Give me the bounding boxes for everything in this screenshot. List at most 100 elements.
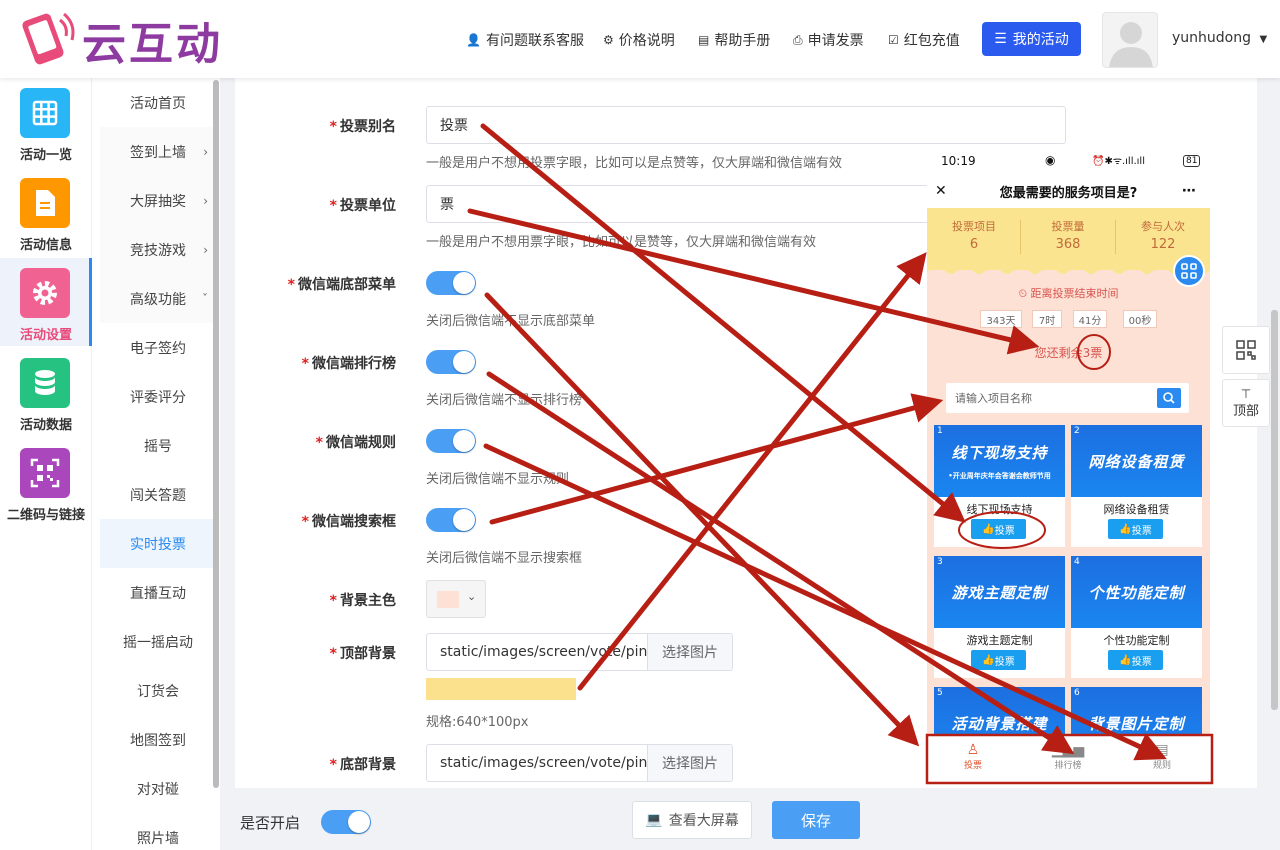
document-icon [20,178,70,228]
submenu-label: 大屏抽奖 [130,193,186,210]
card-name: 网络设备租赁 [1103,503,1170,516]
submenu-item-match[interactable]: 对对碰 [100,764,216,813]
phone-search-button[interactable] [1157,388,1181,408]
submenu-scrollbar[interactable] [213,80,219,788]
help-manual-link[interactable]: ▤ 帮助手册 [698,30,770,50]
more-icon[interactable]: ⋯ [1182,183,1196,199]
submenu-label: 电子签约 [130,340,186,357]
submenu-item-map-signin[interactable]: 地图签到 [100,715,216,764]
vote-alias-input[interactable]: 投票 [426,106,1066,144]
submenu-label: 摇号 [144,438,172,455]
search-icon [1163,392,1175,404]
sidebar-label: 活动信息 [19,238,72,253]
enable-toggle[interactable] [321,810,371,834]
phone-title-bar: ✕ 您最需要的服务项目是? ⋯ [927,174,1210,208]
countdown-title: ⏲ 距离投票结束时间 [927,285,1210,301]
label-text: 微信端规则 [326,435,396,451]
rules-toggle[interactable] [426,429,476,453]
submenu-item-signin-wall[interactable]: 签到上墙 › [100,127,216,176]
page-scrollbar[interactable] [1271,310,1278,710]
submenu-item-e-sign[interactable]: 电子签约 [100,323,216,372]
top-bg-spec: 规格:640*100px [426,715,529,730]
required-mark: * [329,119,337,135]
card-banner: 线下现场支持 •开业周年庆年会答谢会教师节用 [934,425,1065,497]
save-button[interactable]: 保存 [772,801,860,839]
menu-grid-button[interactable] [1173,255,1205,287]
submenu-item-realtime-vote[interactable]: 实时投票 [100,519,216,568]
sidebar-label: 活动数据 [19,418,72,433]
submenu-item-live[interactable]: 直播互动 [100,568,216,617]
book-icon: ▤ [698,33,710,47]
ranking-toggle[interactable] [426,350,476,374]
tab-label: 投票 [963,761,982,771]
username-dropdown[interactable]: yunhudong ▼ [1172,30,1267,46]
qrcode-float-button[interactable] [1222,326,1270,374]
tab-ranking[interactable]: ▁▃▅ 排行榜 [1038,742,1098,771]
red-packet-recharge-link[interactable]: ☑ 红包充值 [888,30,960,50]
phone-status-bar: 10:19 ◉ ⏰✱ᯤ.ıll.ıll 81 [927,148,1210,174]
bottom-bg-label: * 底部背景 [226,754,396,774]
back-to-top-button[interactable]: ⊤ 顶部 [1222,379,1270,427]
sidebar-item-activity-overview[interactable]: 活动一览 [0,78,92,166]
invoice-link[interactable]: ⎙ 申请发票 [793,30,864,50]
tab-vote[interactable]: ♙ 投票 [943,742,1003,771]
submenu-label: 实时投票 [130,536,186,553]
required-mark: * [329,198,337,214]
bottom-action-bar: 是否开启 💻 查看大屏幕 保存 [220,788,1280,850]
my-activity-button[interactable]: ☰ 我的活动 [982,22,1081,56]
submenu-item-quiz[interactable]: 闯关答题 [100,470,216,519]
submenu-item-shake-start[interactable]: 摇一摇启动 [100,617,216,666]
top-bg-path-input[interactable]: static/images/screen/vote/pink/ [427,634,647,670]
submenu-item-lottery[interactable]: 大屏抽奖 › [100,176,216,225]
sidebar-item-activity-info[interactable]: 活动信息 [0,168,92,256]
avatar[interactable] [1102,12,1158,68]
vote-button[interactable]: 👍 投票 [971,650,1026,670]
submenu-item-advanced[interactable]: 高级功能 ˇ [100,274,216,323]
label-text: 微信端搜索框 [312,514,396,530]
phone-tab-bar: ♙ 投票 ▁▃▅ 排行榜 ▤ 规则 [927,736,1210,784]
submenu-item-order-fair[interactable]: 订货会 [100,666,216,715]
view-big-screen-button[interactable]: 💻 查看大屏幕 [632,801,752,839]
pricing-link[interactable]: ⚙ 价格说明 [603,30,675,50]
vote-button[interactable]: 👍 投票 [971,519,1026,539]
rules-label: * 微信端规则 [226,432,396,452]
submenu-item-judge-score[interactable]: 评委评分 [100,372,216,421]
app-header: 云互动 👤 有问题联系客服 ⚙ 价格说明 ▤ 帮助手册 ⎙ 申请发票 ☑ 红包充… [0,0,1280,78]
sidebar-item-activity-settings[interactable]: 活动设置 [0,258,92,346]
submenu-label: 竞技游戏 [130,242,186,259]
submenu-item-number-draw[interactable]: 摇号 [100,421,216,470]
bg-color-picker[interactable]: ⌄ [426,580,486,618]
sidebar-item-activity-data[interactable]: 活动数据 [0,348,92,436]
search-box-toggle[interactable] [426,508,476,532]
top-bg-choose-button[interactable]: 选择图片 [647,634,732,670]
bottom-bg-path-input[interactable]: static/images/screen/vote/pink/ [427,745,647,781]
label-text: 投票别名 [340,119,396,135]
phone-search-input[interactable]: 请输入项目名称 [946,383,1189,413]
stat-label: 参与人次 [1141,220,1185,233]
submenu-item-photo-wall[interactable]: 照片墙 [100,813,216,850]
submenu-item-games[interactable]: 竞技游戏 › [100,225,216,274]
nav-label: 申请发票 [807,33,864,49]
database-icon [20,358,70,408]
countdown-hours: 7时 [1032,310,1062,328]
bottom-menu-hint: 关闭后微信端不显示底部菜单 [426,314,596,329]
sidebar-item-qrcode-links[interactable]: 二维码与链接 [0,438,92,526]
tab-rules[interactable]: ▤ 规则 [1132,742,1192,771]
back-to-top-label: 顶部 [1232,403,1259,419]
card-number: 5 [937,688,943,698]
close-icon[interactable]: ✕ [935,183,947,199]
battery-level: 81 [1183,155,1201,167]
card-title: 游戏主题定制 [934,556,1065,628]
contact-support-link[interactable]: 👤 有问题联系客服 [466,30,584,50]
label-text: 顶部背景 [340,646,396,662]
thumbs-up-icon: 👍 [982,654,995,666]
bottom-menu-label: * 微信端底部菜单 [226,274,396,294]
logo-text: 云互动 [82,19,223,70]
vote-button[interactable]: 👍 投票 [1108,650,1163,670]
submenu-item-home[interactable]: 活动首页 [100,78,216,127]
bottom-menu-toggle[interactable] [426,271,476,295]
bottom-bg-choose-button[interactable]: 选择图片 [647,745,732,781]
card-title: 网络设备租赁 [1071,425,1202,497]
search-box-hint: 关闭后微信端不显示搜索框 [426,551,583,566]
vote-button[interactable]: 👍 投票 [1108,519,1163,539]
